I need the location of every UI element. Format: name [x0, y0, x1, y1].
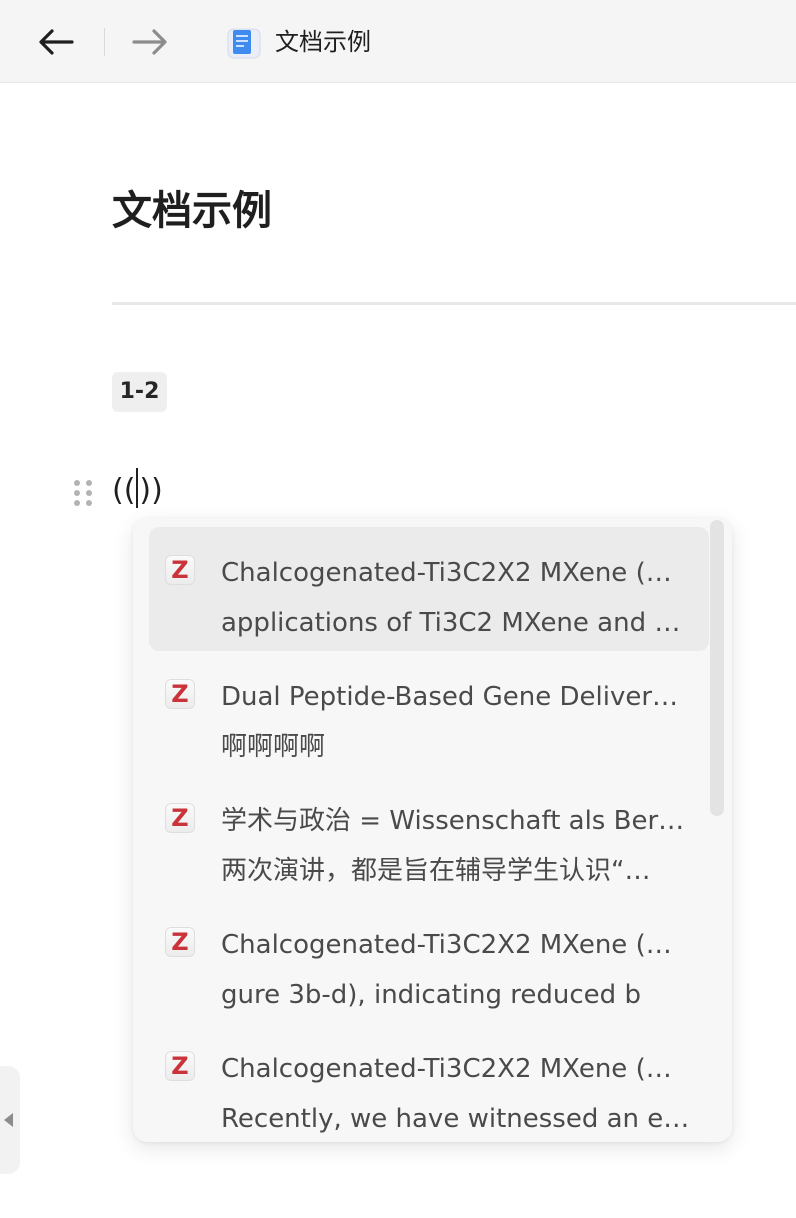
sidebar-toggle-tab[interactable]: [0, 1066, 20, 1174]
top-bar: 文档示例: [0, 0, 796, 83]
page: 文档示例 文档示例 1-2 (()) Z Chalcogenated-Ti3C2…: [0, 0, 796, 1218]
suggestion-item[interactable]: Z Chalcogenated-Ti3C2X2 MXene (… gure 3b…: [149, 899, 709, 1023]
zotero-icon: Z: [165, 927, 195, 957]
suggestion-excerpt: 啊啊啊啊: [221, 732, 326, 762]
suggestion-excerpt: Recently, we have witnessed an e…: [221, 1104, 690, 1134]
page-title: 文档示例: [112, 188, 272, 234]
nav-divider: [104, 28, 105, 56]
suggestion-item[interactable]: Z Chalcogenated-Ti3C2X2 MXene (… applica…: [149, 527, 709, 651]
suggestion-item[interactable]: Z Dual Peptide-Based Gene Deliver… 啊啊啊啊: [149, 651, 709, 775]
page-range-chip[interactable]: 1-2: [112, 372, 167, 412]
drag-handle-icon[interactable]: [72, 478, 96, 508]
popup-scrollbar[interactable]: [708, 518, 724, 1142]
zotero-icon: Z: [165, 1051, 195, 1081]
editor-text-after: )): [139, 473, 163, 508]
suggestion-excerpt: applications of Ti3C2 MXene and …: [221, 608, 681, 638]
zotero-icon: Z: [165, 803, 195, 833]
arrow-right-icon[interactable]: [131, 21, 171, 61]
editor-input-line[interactable]: (()): [112, 468, 163, 511]
zotero-icon: Z: [165, 555, 195, 585]
document-icon: [226, 26, 262, 60]
suggestion-title: 学术与政治 = Wissenschaft als Ber…: [221, 806, 685, 836]
tab-title[interactable]: 文档示例: [275, 26, 371, 58]
suggestion-item[interactable]: Z 学术与政治 = Wissenschaft als Ber… 两次演讲，都是旨…: [149, 775, 709, 899]
suggestion-title: Chalcogenated-Ti3C2X2 MXene (…: [221, 1054, 672, 1084]
arrow-left-icon[interactable]: [36, 21, 76, 61]
suggestion-excerpt: gure 3b-d), indicating reduced b: [221, 980, 641, 1010]
suggestion-title: Dual Peptide-Based Gene Deliver…: [221, 682, 679, 712]
chevron-left-icon: [4, 1113, 13, 1127]
title-divider: [112, 302, 796, 305]
zotero-icon: Z: [165, 679, 195, 709]
suggestion-title: Chalcogenated-Ti3C2X2 MXene (…: [221, 930, 672, 960]
suggestion-item[interactable]: Z Chalcogenated-Ti3C2X2 MXene (… Recentl…: [149, 1023, 709, 1142]
suggestion-excerpt: 两次演讲，都是旨在辅导学生认识“…: [221, 856, 651, 886]
popup-scrollbar-thumb[interactable]: [710, 520, 724, 816]
citation-suggestion-popup: Z Chalcogenated-Ti3C2X2 MXene (… applica…: [133, 518, 732, 1142]
editor-text-before: ((: [112, 473, 136, 508]
suggestion-title: Chalcogenated-Ti3C2X2 MXene (…: [221, 558, 672, 588]
